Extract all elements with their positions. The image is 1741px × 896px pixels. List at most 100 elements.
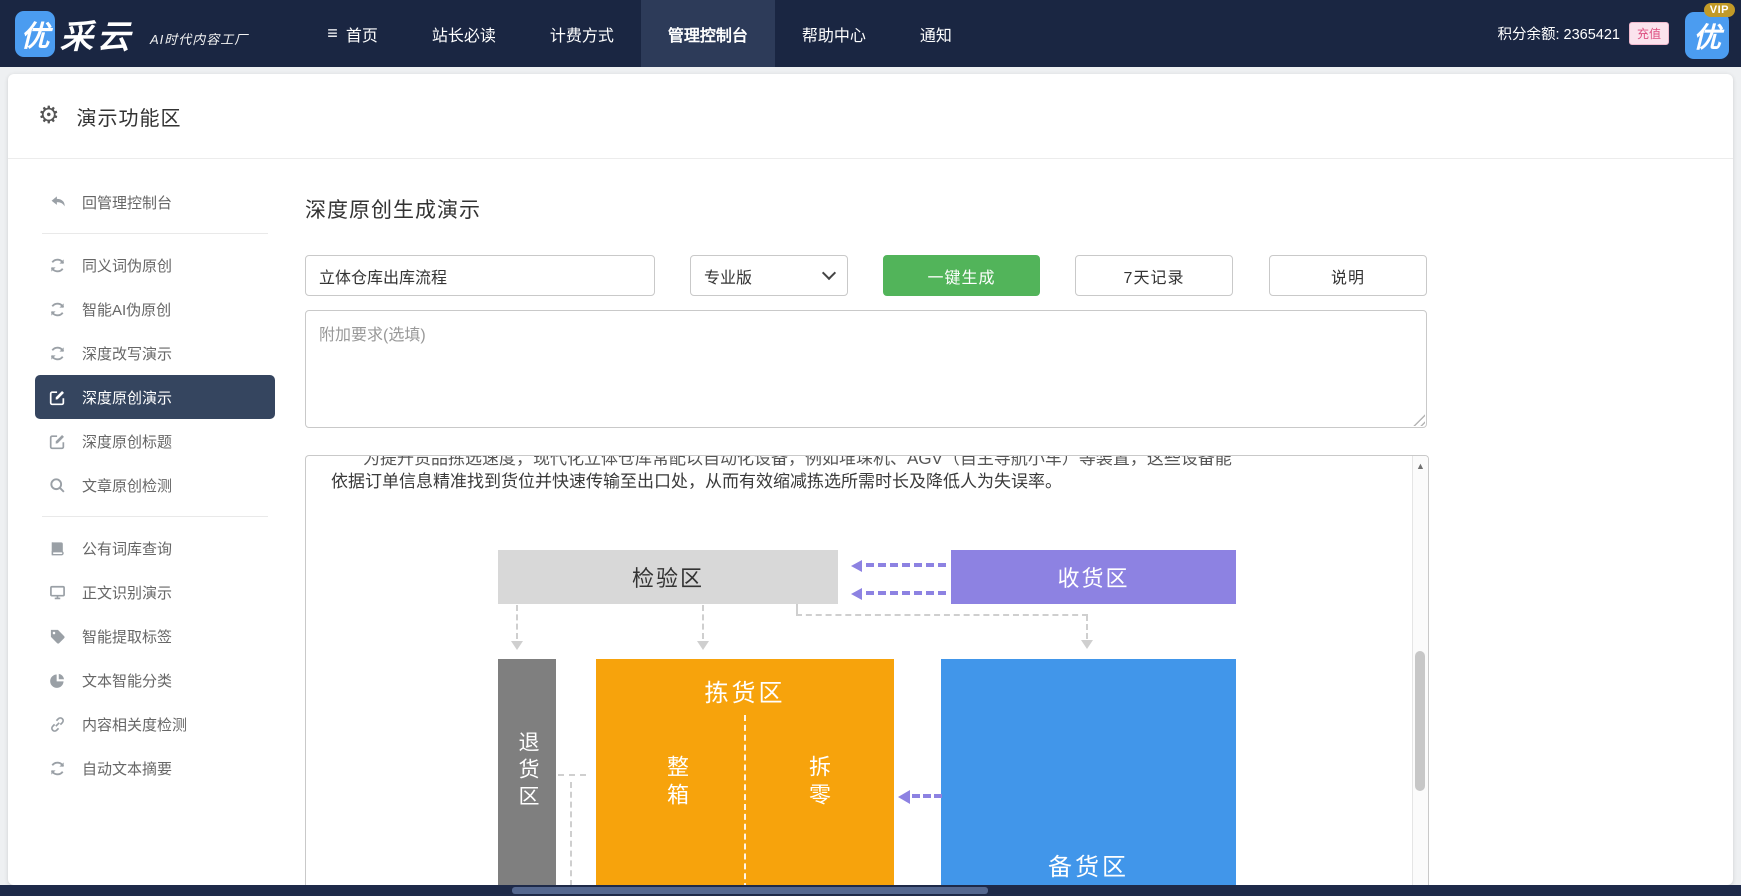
- keyword-input[interactable]: [305, 255, 655, 296]
- bottom-arrow-head: [898, 790, 910, 804]
- staging-zone-box: 备货区: [941, 659, 1236, 885]
- sidebar-item[interactable]: 回管理控制台: [35, 180, 275, 224]
- sidebar-item[interactable]: 正文识别演示: [35, 570, 275, 614]
- sidebar-item[interactable]: 文章原创检测: [35, 463, 275, 507]
- picking-zone-label: 拣货区: [596, 673, 894, 708]
- sidebar-item-label: 正文识别演示: [82, 582, 172, 603]
- user-avatar-wrap: 优 VIP: [1685, 12, 1729, 59]
- sidebar-item[interactable]: 公有词库查询: [35, 526, 275, 570]
- sidebar-item-label: 智能提取标签: [82, 626, 172, 647]
- sidebar-item[interactable]: 深度原创演示: [35, 375, 275, 419]
- sidebar: 回管理控制台同义词伪原创智能AI伪原创深度改写演示深度原创演示深度原创标题文章原…: [35, 180, 275, 790]
- tag-icon: [48, 627, 67, 646]
- logo-badge: 优: [15, 11, 55, 57]
- return-zone-label: 退货区: [512, 731, 542, 812]
- nav-item-label: 帮助中心: [802, 22, 866, 46]
- staging-zone-label: 备货区: [941, 847, 1236, 882]
- sync-icon: [48, 256, 67, 275]
- picking-zone-box: 拣货区 整箱 拆零: [596, 659, 894, 885]
- picking-zone-divider: [744, 715, 746, 885]
- bottom-arrow-dash: [912, 794, 942, 798]
- result-scrollbar[interactable]: ▲: [1412, 456, 1428, 885]
- sidebar-divider: [42, 516, 268, 517]
- history-button[interactable]: 7天记录: [1075, 255, 1233, 296]
- monitor-icon: [48, 583, 67, 602]
- sidebar-item[interactable]: 内容相关度检测: [35, 702, 275, 746]
- inspection-zone-box: 检验区: [498, 550, 838, 604]
- nav-item[interactable]: 站长必读: [405, 0, 523, 67]
- vip-badge: VIP: [1704, 3, 1735, 17]
- nav-item-label: 通知: [920, 22, 952, 46]
- sidebar-item-label: 自动文本摘要: [82, 758, 172, 779]
- nav-item[interactable]: ≡首页: [300, 0, 405, 67]
- nav-right: 积分余额: 2365421 充值 优 VIP: [1497, 8, 1733, 59]
- return-zone-box: 退货区: [498, 659, 556, 885]
- full-case-label: 整箱: [660, 755, 692, 811]
- recharge-button[interactable]: 充值: [1629, 22, 1669, 45]
- sidebar-item[interactable]: 深度改写演示: [35, 331, 275, 375]
- sidebar-item-label: 深度改写演示: [82, 343, 172, 364]
- sidebar-item[interactable]: 文本智能分类: [35, 658, 275, 702]
- version-select-value: 专业版: [704, 264, 752, 288]
- version-select[interactable]: 专业版: [690, 255, 848, 296]
- scrollbar-thumb[interactable]: [1415, 651, 1425, 791]
- elbow-connector-vertical: [1086, 615, 1088, 639]
- logo-tagline: AI时代内容工厂: [150, 29, 248, 48]
- elbow-connector-arrowhead: [1081, 640, 1093, 649]
- menu-icon: ≡: [327, 23, 338, 44]
- footer-strip: [0, 885, 1741, 896]
- nav-item[interactable]: 通知: [893, 0, 979, 67]
- sidebar-item[interactable]: 自动文本摘要: [35, 746, 275, 790]
- sidebar-item[interactable]: 智能提取标签: [35, 614, 275, 658]
- nav-item[interactable]: 计费方式: [523, 0, 641, 67]
- generate-button[interactable]: 一键生成: [883, 255, 1040, 296]
- chevron-down-icon: [822, 266, 836, 280]
- avatar[interactable]: 优: [1685, 12, 1729, 59]
- sidebar-item[interactable]: 智能AI伪原创: [35, 287, 275, 331]
- top-navbar: 优 采云 AI时代内容工厂 ≡首页 站长必读 计费方式 管理控制台 帮助中心 通知 积分余…: [0, 0, 1741, 67]
- result-content: 为提升货品拣选速度，现代化立体仓库常配以自动化设备，例如堆垛机、AGV（自主导航…: [306, 456, 1413, 885]
- sidebar-item-label: 深度原创演示: [82, 387, 172, 408]
- result-panel: 为提升货品拣选速度，现代化立体仓库常配以自动化设备，例如堆垛机、AGV（自主导航…: [305, 455, 1429, 885]
- sidebar-item[interactable]: 同义词伪原创: [35, 243, 275, 287]
- book-icon: [48, 539, 67, 558]
- nav-item-label: 计费方式: [550, 22, 614, 46]
- section-title: 深度原创生成演示: [305, 194, 481, 224]
- page-title: 演示功能区: [77, 102, 182, 131]
- main-nav: ≡首页 站长必读 计费方式 管理控制台 帮助中心 通知: [300, 0, 979, 67]
- sidebar-item-label: 同义词伪原创: [82, 255, 172, 276]
- sync-icon: [48, 344, 67, 363]
- sync-icon: [48, 300, 67, 319]
- result-text-line-clipped: 为提升货品拣选速度，现代化立体仓库常配以自动化设备，例如堆垛机、AGV（自主导航…: [331, 456, 1403, 470]
- sidebar-item-label: 回管理控制台: [82, 192, 172, 213]
- page-header: ⚙ 演示功能区: [8, 74, 1733, 159]
- app-logo[interactable]: 优 采云: [15, 10, 134, 58]
- horizontal-scrollbar-thumb[interactable]: [512, 887, 988, 894]
- edit-icon: [48, 388, 67, 407]
- scroll-up-icon[interactable]: ▲: [1413, 457, 1428, 474]
- sidebar-item-label: 文章原创检测: [82, 475, 172, 496]
- sync-icon: [48, 759, 67, 778]
- nav-item-label: 管理控制台: [668, 22, 748, 46]
- edit-icon: [48, 432, 67, 451]
- pie-icon: [48, 671, 67, 690]
- search-icon: [48, 476, 67, 495]
- split-case-label: 拆零: [802, 755, 834, 811]
- sidebar-item-label: 公有词库查询: [82, 538, 172, 559]
- sidebar-divider: [42, 233, 268, 234]
- nav-item-label: 站长必读: [432, 22, 496, 46]
- arrow-receiving-to-inspection-2: [851, 588, 948, 601]
- back-icon: [48, 193, 67, 212]
- nav-item[interactable]: 帮助中心: [775, 0, 893, 67]
- sidebar-item-label: 深度原创标题: [82, 431, 172, 452]
- nav-item[interactable]: 管理控制台: [641, 0, 775, 67]
- gear-icon: ⚙: [38, 104, 60, 128]
- help-button[interactable]: 说明: [1269, 255, 1427, 296]
- requirements-textarea[interactable]: [305, 310, 1427, 428]
- sidebar-item-label: 智能AI伪原创: [82, 299, 171, 320]
- sidebar-item[interactable]: 深度原创标题: [35, 419, 275, 463]
- sidebar-item-label: 内容相关度检测: [82, 714, 187, 735]
- elbow-connector-horizontal: [796, 614, 1088, 616]
- elbow-connector-stub: [796, 604, 798, 614]
- result-text-line: 依据订单信息精准找到货位并快速传输至出口处，从而有效缩减拣选所需时长及降低人为失…: [331, 471, 1403, 493]
